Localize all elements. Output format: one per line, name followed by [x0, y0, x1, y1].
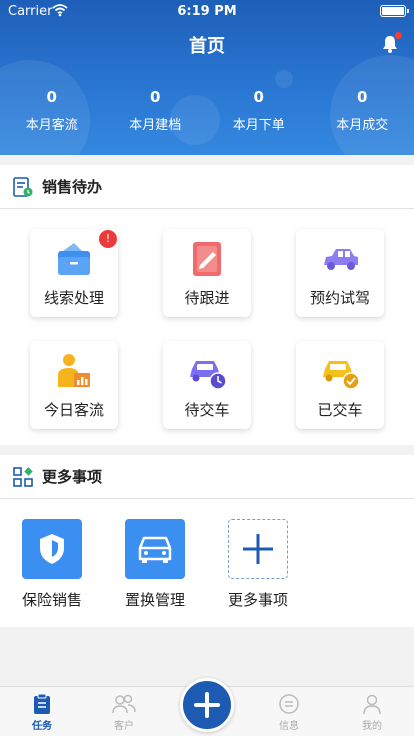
- more-item-label: 置换管理: [124, 591, 185, 609]
- tile-label: 待交车: [184, 401, 230, 419]
- insurance-sales-item[interactable]: 保险销售: [12, 519, 92, 610]
- car-front-icon: [138, 536, 172, 563]
- tab-label: 客户: [114, 721, 134, 732]
- page-title: 首页: [189, 36, 225, 57]
- tile-label: 待跟进: [184, 289, 230, 307]
- stat-monthly-orders[interactable]: 0 本月下单: [207, 88, 311, 133]
- trade-in-management-button[interactable]: [125, 519, 185, 579]
- test-drive-car-icon: [324, 249, 358, 270]
- notification-bell-icon[interactable]: [380, 32, 402, 54]
- add-button[interactable]: [180, 678, 234, 732]
- todo-list-icon: [13, 176, 33, 197]
- tab-customers[interactable]: 客户: [94, 693, 154, 732]
- add-plus-icon: [194, 692, 220, 718]
- notification-dot: [395, 32, 402, 39]
- stat-label: 本月客流: [25, 118, 78, 133]
- stat-value: 0: [46, 88, 57, 106]
- tile-test-drive[interactable]: 预约试驾: [296, 229, 384, 317]
- lead-folder-icon: [58, 243, 90, 275]
- section-header: 更多事项: [0, 455, 414, 499]
- tile-label: 已交车: [317, 401, 363, 419]
- stat-value: 0: [253, 88, 264, 106]
- stat-value: 0: [357, 88, 368, 106]
- tab-profile[interactable]: 我的: [342, 693, 402, 732]
- pending-delivery-car-icon: [190, 361, 227, 390]
- stat-monthly-traffic[interactable]: 0 本月客流: [0, 88, 104, 133]
- plus-icon: [243, 534, 273, 564]
- tile-lead-handling[interactable]: 线索处理 !: [30, 229, 118, 317]
- tile-pending-delivery[interactable]: 待交车: [163, 341, 251, 429]
- clipboard-icon: [34, 693, 50, 714]
- tile-label: 预约试驾: [309, 289, 370, 307]
- tile-label: 今日客流: [43, 401, 104, 419]
- tile-today-traffic[interactable]: 今日客流: [30, 341, 118, 429]
- alert-badge: !: [99, 230, 117, 248]
- more-item-label: 更多事项: [227, 591, 288, 609]
- stat-label: 本月成交: [336, 118, 389, 133]
- tab-label: 我的: [362, 721, 382, 732]
- sales-todo-section: 销售待办 线索处理 ! 待跟进 预约试驾 今日客流 待交车 已交车: [0, 165, 414, 445]
- shield-icon: [40, 534, 64, 564]
- section-title: 更多事项: [42, 468, 103, 486]
- tab-messages[interactable]: 信息: [259, 693, 319, 732]
- stat-label: 本月建档: [129, 118, 182, 133]
- stat-label: 本月下单: [232, 118, 285, 133]
- monthly-stats: 0 本月客流 0 本月建档 0 本月下单 0 本月成交: [0, 88, 414, 133]
- section-title: 销售待办: [42, 178, 103, 196]
- status-bar: Carrier 6:19 PM: [0, 0, 414, 22]
- delivered-car-icon: [323, 361, 360, 390]
- section-header: 销售待办: [0, 165, 414, 209]
- person-icon: [363, 694, 381, 715]
- tab-label: 任务: [32, 721, 52, 732]
- clock: 6:19 PM: [177, 4, 237, 19]
- add-more-button[interactable]: [228, 519, 288, 579]
- more-items-item[interactable]: 更多事项: [218, 519, 298, 610]
- stat-value: 0: [150, 88, 161, 106]
- customer-flow-icon: [58, 354, 90, 387]
- grid-apps-icon: [13, 466, 33, 487]
- chat-icon: [279, 694, 299, 714]
- battery-icon: [380, 5, 409, 17]
- tab-tasks[interactable]: 任务: [12, 693, 72, 732]
- tile-pending-follow-up[interactable]: 待跟进: [163, 229, 251, 317]
- tile-label: 线索处理: [43, 289, 104, 307]
- tile-delivered[interactable]: 已交车: [296, 341, 384, 429]
- home-header: Carrier 6:19 PM 首页 0 本月客流 0 本月建档 0 本月下单: [0, 0, 414, 155]
- people-icon: [112, 694, 136, 714]
- tab-label: 信息: [279, 721, 299, 732]
- follow-up-note-icon: [193, 242, 221, 276]
- stat-monthly-deals[interactable]: 0 本月成交: [311, 88, 414, 133]
- more-item-label: 保险销售: [21, 591, 82, 609]
- insurance-sales-button[interactable]: [22, 519, 82, 579]
- trade-in-management-item[interactable]: 置换管理: [115, 519, 195, 610]
- stat-monthly-files[interactable]: 0 本月建档: [104, 88, 208, 133]
- more-items-section: 更多事项 保险销售 置换管理 更多事项: [0, 455, 414, 627]
